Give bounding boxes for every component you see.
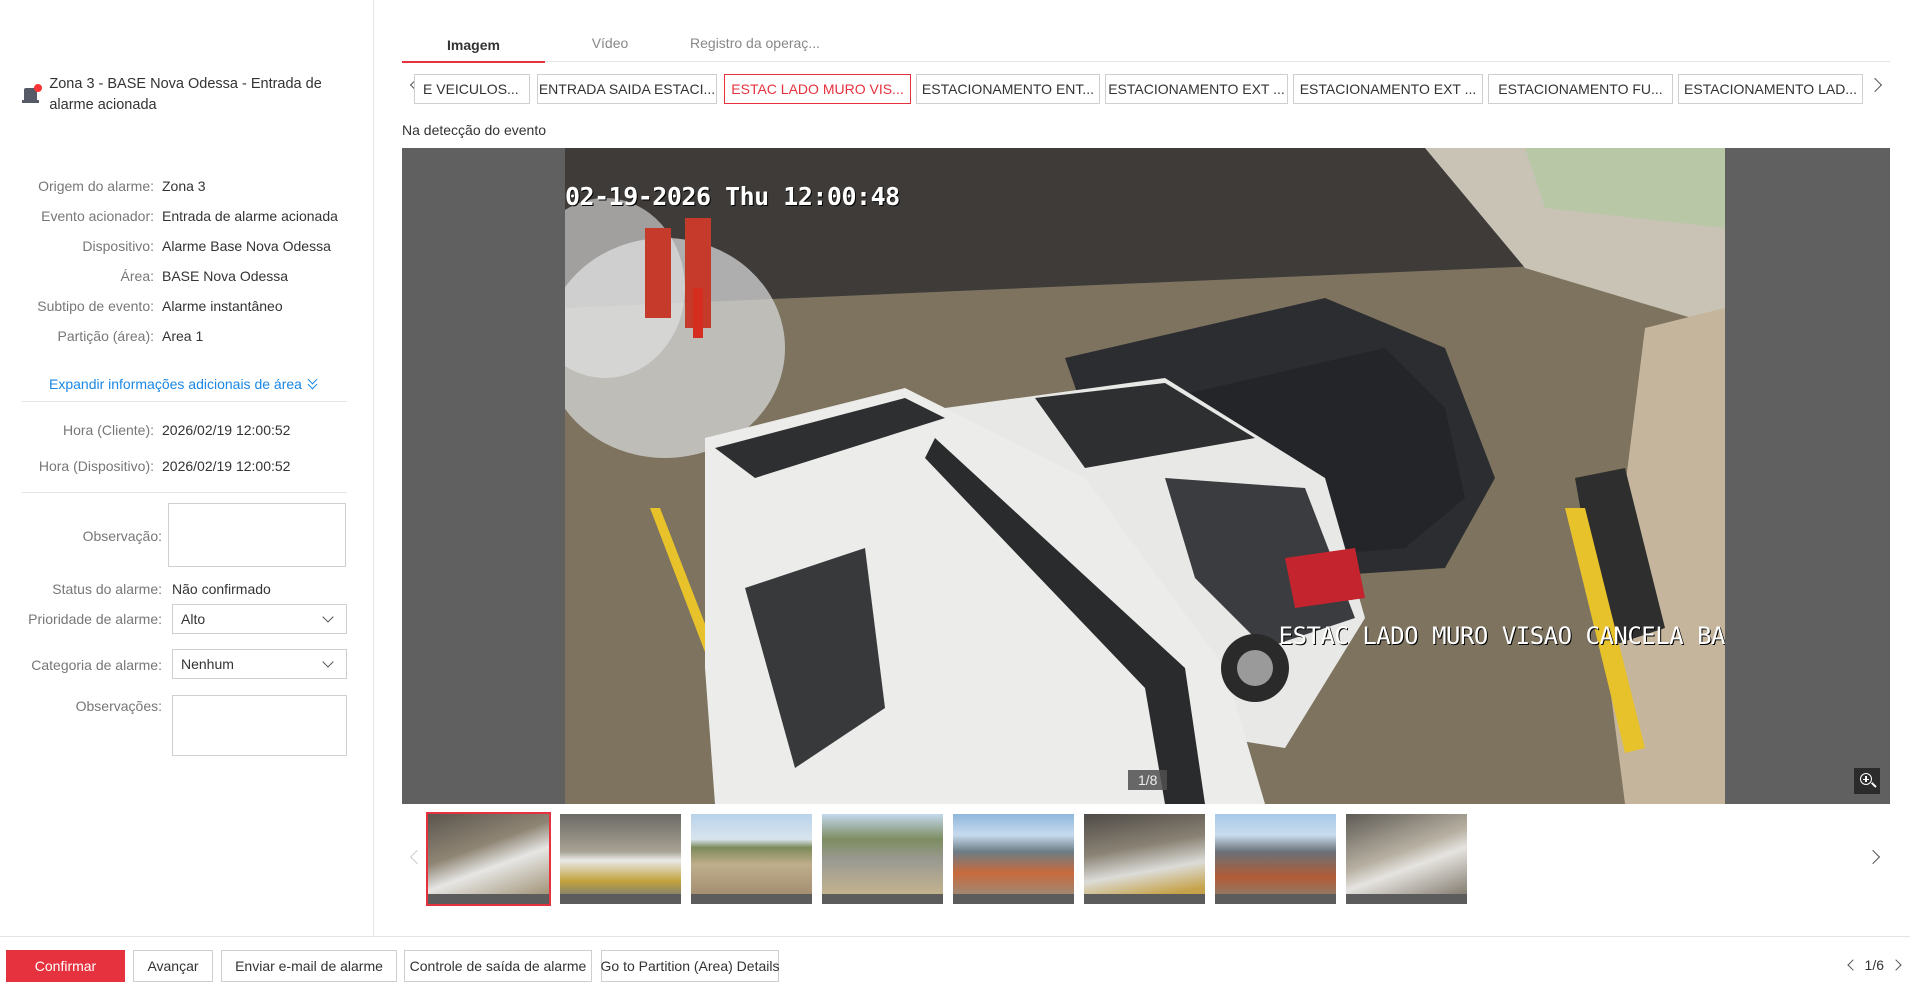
send-alarm-email-button[interactable]: Enviar e-mail de alarme — [221, 950, 397, 982]
detail-label: Evento acionador: — [41, 208, 154, 224]
divider — [22, 401, 347, 402]
observation-textarea[interactable] — [168, 503, 346, 567]
detail-label: Área: — [120, 268, 154, 284]
chevron-left-icon[interactable] — [409, 849, 425, 865]
chevron-down-icon — [322, 656, 334, 668]
divider — [22, 492, 347, 493]
image-counter: 1/8 — [1128, 770, 1168, 790]
detail-value: Entrada de alarme acionada — [162, 208, 338, 224]
camera-tab[interactable]: ESTACIONAMENTO LAD... — [1678, 74, 1863, 104]
camera-tab[interactable]: ESTACIONAMENTO EXT ... — [1293, 74, 1483, 104]
detail-value: Area 1 — [162, 328, 204, 344]
alarm-priority-select[interactable]: Alto — [172, 604, 347, 634]
time-row-device: Hora (Dispositivo): 2026/02/19 12:00:52 — [0, 455, 374, 477]
time-label: Hora (Dispositivo): — [38, 458, 154, 474]
parking-scene-drawing — [565, 148, 1725, 804]
chevron-right-icon[interactable] — [1867, 77, 1883, 93]
action-bar: Confirmar Avançar Enviar e-mail de alarm… — [0, 936, 1910, 988]
alarm-output-control-button[interactable]: Controle de saída de alarme — [404, 950, 592, 982]
time-label: Hora (Cliente): — [62, 422, 154, 438]
camera-tab[interactable]: ESTACIONAMENTO EXT ... — [1105, 74, 1288, 104]
confirm-button[interactable]: Confirmar — [6, 950, 125, 982]
thumbnail-strip — [402, 812, 1890, 908]
observation-label: Observação: — [82, 528, 162, 544]
detail-row-event-subtype: Subtipo de evento: Alarme instantâneo — [0, 295, 374, 317]
camera-selector: E VEICULOS... ENTRADA SAIDA ESTACI... ES… — [402, 74, 1890, 104]
next-button[interactable]: Avançar — [133, 950, 213, 982]
thumbnail-1[interactable] — [426, 812, 551, 906]
snapshot-viewer[interactable]: 02-19-2026 Thu 12:00:48 ESTAC LADO MURO … — [402, 148, 1890, 804]
thumbnail-3[interactable] — [689, 812, 814, 906]
camera-tab[interactable]: ESTACIONAMENTO FU... — [1488, 74, 1673, 104]
pager-text: 1/6 — [1864, 957, 1884, 973]
alarm-status-label: Status do alarme: — [52, 581, 162, 597]
detail-row-area: Área: BASE Nova Odessa — [0, 265, 374, 287]
expand-area-info-label: Expandir informações adicionais de área — [49, 376, 302, 392]
camera-tab-selected[interactable]: ESTAC LADO MURO VIS... — [724, 74, 911, 104]
tab-image[interactable]: Imagem — [402, 30, 545, 63]
alarm-header: Zona 3 - BASE Nova Odessa - Entrada de a… — [22, 74, 352, 116]
time-value: 2026/02/19 12:00:52 — [162, 458, 291, 474]
detail-label: Dispositivo: — [82, 238, 154, 254]
thumbnail-6[interactable] — [1082, 812, 1207, 906]
alarm-category-value: Nenhum — [181, 656, 234, 672]
camera-snapshot: 02-19-2026 Thu 12:00:48 ESTAC LADO MURO … — [565, 148, 1725, 804]
event-detection-caption: Na detecção do evento — [402, 122, 546, 138]
detail-row-partition: Partição (área): Area 1 — [0, 325, 374, 347]
remarks-textarea[interactable] — [172, 695, 347, 756]
remarks-label: Observações: — [75, 698, 162, 714]
snapshot-timestamp: 02-19-2026 Thu 12:00:48 — [565, 182, 900, 211]
alarm-details-panel: Zona 3 - BASE Nova Odessa - Entrada de a… — [0, 0, 374, 936]
camera-tab[interactable]: ESTACIONAMENTO ENT... — [916, 74, 1100, 104]
thumbnail-5[interactable] — [951, 812, 1076, 906]
double-chevron-down-icon — [307, 378, 319, 390]
thumbnail-4[interactable] — [820, 812, 945, 906]
detail-label: Subtipo de evento: — [37, 298, 154, 314]
time-row-client: Hora (Cliente): 2026/02/19 12:00:52 — [0, 419, 374, 441]
camera-name-overlay: ESTAC LADO MURO VISAO CANCELA BA — [1278, 622, 1725, 650]
alarm-priority-value: Alto — [181, 611, 206, 627]
detail-value: Alarme instantâneo — [162, 298, 283, 314]
time-value: 2026/02/19 12:00:52 — [162, 422, 291, 438]
alarm-category-select[interactable]: Nenhum — [172, 649, 347, 679]
alarm-status-value: Não confirmado — [172, 581, 271, 597]
alarm-siren-icon — [22, 82, 42, 104]
tab-video[interactable]: Vídeo — [545, 30, 675, 62]
detail-value: Zona 3 — [162, 178, 206, 194]
alarm-priority-label: Prioridade de alarme: — [28, 611, 162, 627]
expand-area-info-link[interactable]: Expandir informações adicionais de área — [49, 376, 319, 392]
chevron-left-icon[interactable] — [1846, 959, 1859, 971]
detail-value: Alarme Base Nova Odessa — [162, 238, 331, 254]
chevron-right-icon[interactable] — [1890, 959, 1902, 971]
thumbnail-8[interactable] — [1344, 812, 1469, 906]
alarm-pager: 1/6 — [1846, 957, 1902, 973]
detail-row-trigger-event: Evento acionador: Entrada de alarme acio… — [0, 205, 374, 227]
alarm-category-label: Categoria de alarme: — [31, 657, 162, 673]
tab-operation-log[interactable]: Registro da operaç... — [675, 30, 835, 62]
chevron-down-icon — [322, 611, 334, 623]
chevron-right-icon[interactable] — [1865, 849, 1881, 865]
thumbnail-7[interactable] — [1213, 812, 1338, 906]
camera-tab[interactable]: ENTRADA SAIDA ESTACI... — [537, 74, 717, 104]
partition-details-button[interactable]: Go to Partition (Area) Details — [601, 950, 779, 982]
camera-tab[interactable]: E VEICULOS... — [414, 74, 530, 104]
media-tabs: Imagem Vídeo Registro da operaç... — [402, 30, 1890, 63]
detail-label: Origem do alarme: — [38, 178, 154, 194]
detail-label: Partição (área): — [57, 328, 154, 344]
detail-value: BASE Nova Odessa — [162, 268, 289, 284]
zoom-in-icon[interactable] — [1854, 768, 1880, 794]
detail-row-device: Dispositivo: Alarme Base Nova Odessa — [0, 235, 374, 257]
detail-row-origin: Origem do alarme: Zona 3 — [0, 175, 374, 197]
thumbnail-2[interactable] — [558, 812, 683, 906]
alarm-title: Zona 3 - BASE Nova Odessa - Entrada de a… — [49, 76, 322, 113]
